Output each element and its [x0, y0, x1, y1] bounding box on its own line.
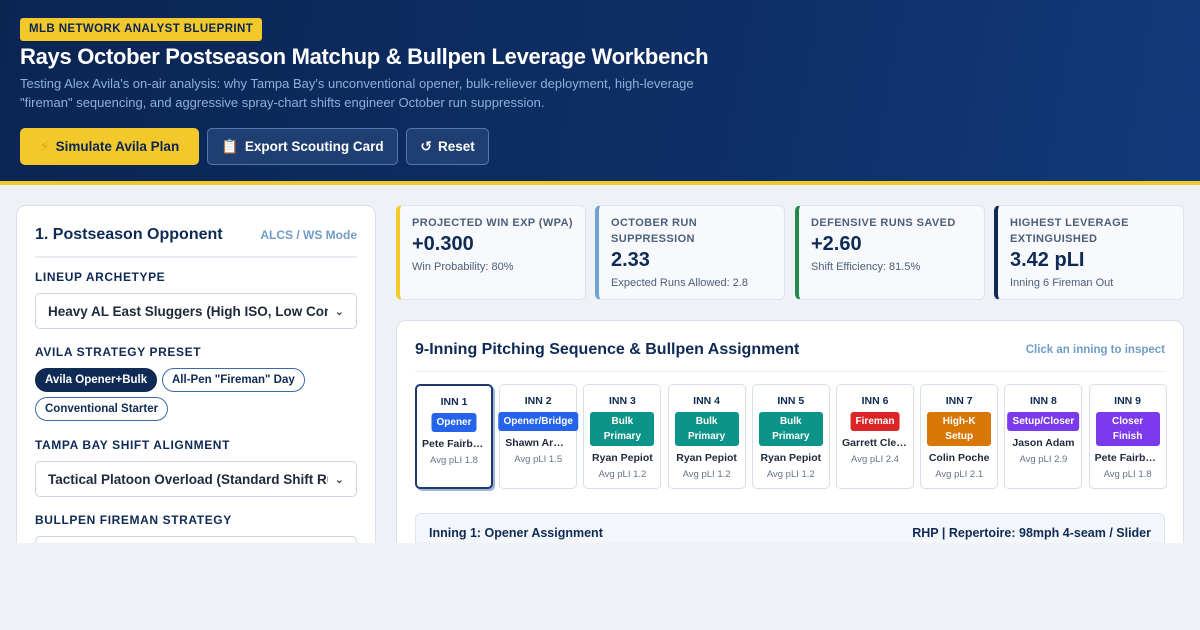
- avg-pli: Avg pLI 2.4: [851, 454, 899, 465]
- strategy-preset-label: AVILA STRATEGY PRESET: [35, 345, 202, 359]
- avg-pli: Avg pLI 2.9: [1019, 454, 1068, 465]
- divider: [35, 256, 357, 258]
- page-title: Rays October Postseason Matchup & Bullpe…: [20, 44, 709, 69]
- inning-card-2[interactable]: INN 2 Opener/Bridge Shawn Armstrong Avg pLI…: [498, 384, 578, 489]
- kpi-card-run-suppression: OCTOBER RUN SUPPRESSION 2.33 Expected Ru…: [595, 205, 785, 300]
- pitcher-name: Jason Adam: [1012, 437, 1075, 449]
- shift-alignment-value: Tactical Platoon Overload (Standard Shif…: [48, 471, 328, 487]
- fireman-strategy-label: BULLPEN FIREMAN STRATEGY: [35, 513, 232, 527]
- export-button[interactable]: 📋 Export Scouting Card: [207, 128, 398, 165]
- pitcher-name: Pete Fairbanks: [1094, 452, 1161, 464]
- kpi-card-defensive-runs: DEFENSIVE RUNS SAVED +2.60 Shift Efficie…: [795, 205, 985, 300]
- avg-pli: Avg pLI 1.8: [1103, 469, 1152, 480]
- role-badge: Opener/Bridge: [498, 412, 578, 431]
- reset-button[interactable]: ↺ Reset: [406, 128, 489, 165]
- inning-label: INN 1: [440, 396, 468, 408]
- lightning-icon: ⚡: [39, 138, 50, 154]
- inning-label: INN 4: [693, 395, 721, 407]
- kpi-subtext: Inning 6 Fireman Out: [1010, 277, 1114, 289]
- inning-card-1[interactable]: INN 1 Opener Pete Fairbanks Avg pLI 1.8: [415, 384, 493, 489]
- inning-label: INN 8: [1029, 395, 1057, 407]
- kpi-card-leverage: HIGHEST LEVERAGE EXTINGUISHED 3.42 pLI I…: [994, 205, 1184, 300]
- simulate-button-label: Simulate Avila Plan: [55, 139, 180, 154]
- pitcher-name: Ryan Pepiot: [760, 452, 822, 464]
- role-badge: Opener: [431, 413, 477, 432]
- inning-card-8[interactable]: INN 8 Setup/Closer Jason Adam Avg pLI 2.9: [1004, 384, 1083, 489]
- avg-pli: Avg pLI 1.8: [430, 455, 478, 466]
- opponent-panel-title: 1. Postseason Opponent: [35, 226, 223, 243]
- kpi-label: DEFENSIVE RUNS SAVED: [811, 217, 956, 229]
- role-badge: High-K Setup: [927, 412, 992, 446]
- kpi-subtext: Shift Efficiency: 81.5%: [811, 261, 921, 273]
- inning-label: INN 5: [777, 395, 805, 407]
- kpi-card-wpa: PROJECTED WIN EXP (WPA) +0.300 Win Proba…: [396, 205, 586, 300]
- page-subtitle: Testing Alex Avila's on-air analysis: wh…: [20, 76, 694, 110]
- kpi-label: OCTOBER RUN SUPPRESSION: [611, 217, 698, 245]
- sequence-hint: Click an inning to inspect: [1025, 344, 1165, 356]
- page-header: MLB NETWORK ANALYST BLUEPRINT Rays Octob…: [0, 0, 1200, 185]
- lineup-archetype-label: LINEUP ARCHETYPE: [35, 270, 166, 284]
- lineup-archetype-value: Heavy AL East Sluggers (High ISO, Low Co…: [48, 303, 328, 319]
- kpi-value: 2.33: [611, 249, 650, 271]
- sequence-title: 9-Inning Pitching Sequence & Bullpen Ass…: [415, 341, 800, 358]
- kpi-subtext: Win Probability: 80%: [412, 261, 514, 273]
- divider: [415, 371, 1165, 372]
- simulate-button[interactable]: ⚡ Simulate Avila Plan: [20, 128, 199, 165]
- pitching-sequence-panel: 9-Inning Pitching Sequence & Bullpen Ass…: [396, 320, 1184, 580]
- inning-detail-repertoire: RHP | Repertoire: 98mph 4-seam / Slider: [912, 526, 1151, 540]
- role-badge: Setup/Closer: [1007, 412, 1080, 431]
- inning-card-5[interactable]: INN 5 Bulk Primary Ryan Pepiot Avg pLI 1.2: [751, 384, 830, 489]
- refresh-icon: ↺: [420, 138, 432, 154]
- inning-label: INN 3: [608, 395, 636, 407]
- kpi-label: PROJECTED WIN EXP (WPA): [412, 217, 573, 229]
- pitcher-name: Pete Fairbanks: [422, 438, 486, 450]
- role-badge: Bulk Primary: [590, 412, 655, 446]
- inning-card-7[interactable]: INN 7 High-K Setup Colin Poche Avg pLI 2.1: [920, 384, 999, 489]
- page-bottom: [0, 543, 1200, 630]
- inning-label: INN 6: [861, 395, 889, 407]
- pitcher-name: Garrett Cleavinger: [842, 437, 908, 449]
- export-button-label: Export Scouting Card: [244, 139, 384, 154]
- role-badge: Bulk Primary: [674, 412, 739, 446]
- pitcher-name: Ryan Pepiot: [676, 452, 737, 464]
- shift-alignment-label: TAMPA BAY SHIFT ALIGNMENT: [35, 438, 230, 452]
- reset-button-label: Reset: [437, 139, 475, 154]
- kpi-label: HIGHEST LEVERAGE EXTINGUISHED: [1010, 217, 1129, 245]
- inning-card-6[interactable]: INN 6 Fireman Garrett Cleavinger Avg pLI 2.…: [836, 384, 914, 489]
- inning-card-3[interactable]: INN 3 Bulk Primary Ryan Pepiot Avg pLI 1.2: [583, 384, 662, 489]
- mode-label: ALCS / WS Mode: [260, 228, 357, 242]
- avg-pli: Avg pLI 2.1: [935, 469, 984, 480]
- preset-chip-opener-bulk[interactable]: Avila Opener+Bulk: [35, 368, 158, 392]
- chevron-down-icon: ⌄: [334, 305, 344, 318]
- avg-pli: Avg pLI 1.2: [682, 469, 731, 480]
- inning-card-4[interactable]: INN 4 Bulk Primary Ryan Pepiot Avg pLI 1.2: [667, 384, 746, 489]
- role-badge: Fireman: [850, 412, 900, 431]
- preset-chip-all-pen[interactable]: All-Pen "Fireman" Day: [162, 368, 305, 392]
- chevron-down-icon: ⌄: [334, 473, 344, 486]
- clipboard-icon: 📋: [221, 138, 239, 154]
- inning-label: INN 2: [524, 395, 552, 407]
- preset-chip-conventional[interactable]: Conventional Starter: [35, 397, 169, 421]
- inning-card-9[interactable]: INN 9 Closer Finish Pete Fairbanks Avg pLI …: [1088, 384, 1167, 489]
- avg-pli: Avg pLI 1.2: [766, 469, 815, 480]
- kpi-subtext: Expected Runs Allowed: 2.8: [611, 277, 748, 289]
- pitcher-name: Shawn Armstrong: [505, 437, 571, 449]
- shift-alignment-select[interactable]: Tactical Platoon Overload (Standard Shif…: [35, 461, 357, 497]
- kpi-value: +2.60: [811, 233, 862, 255]
- inning-detail-title: Inning 1: Opener Assignment: [429, 526, 603, 540]
- pitcher-name: Colin Poche: [928, 452, 990, 464]
- avg-pli: Avg pLI 1.2: [598, 469, 647, 480]
- inning-label: INN 7: [945, 395, 973, 407]
- role-badge: Bulk Primary: [758, 412, 823, 446]
- inning-label: INN 9: [1114, 395, 1142, 407]
- kpi-value: 3.42 pLI: [1010, 249, 1085, 271]
- role-badge: Closer Finish: [1095, 412, 1160, 446]
- opponent-panel: 1. Postseason Opponent ALCS / WS Mode LI…: [16, 205, 376, 565]
- lineup-archetype-select[interactable]: Heavy AL East Sluggers (High ISO, Low Co…: [35, 293, 357, 329]
- kpi-value: +0.300: [412, 233, 474, 255]
- pitcher-name: Ryan Pepiot: [592, 452, 653, 464]
- analyst-badge: MLB NETWORK ANALYST BLUEPRINT: [20, 18, 263, 41]
- avg-pli: Avg pLI 1.5: [514, 454, 563, 465]
